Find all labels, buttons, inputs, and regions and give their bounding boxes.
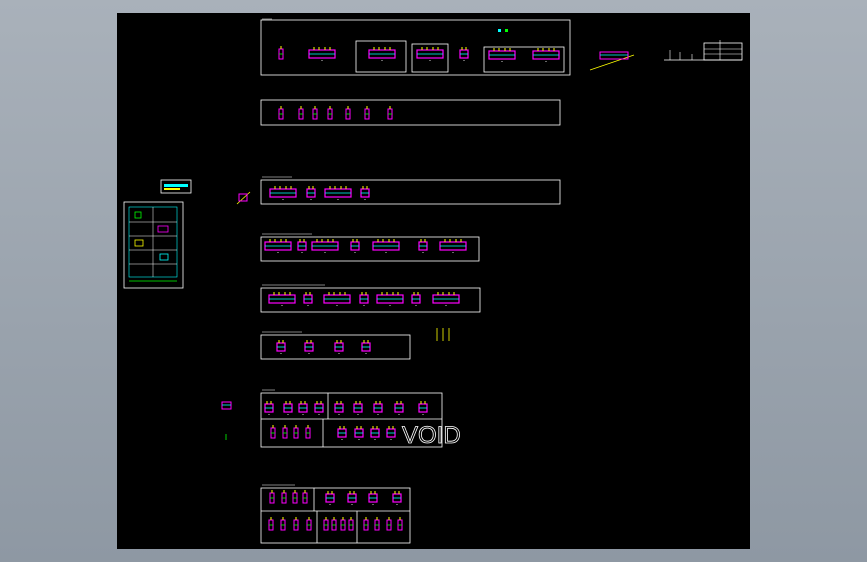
sheet-1-side-detail[interactable]	[589, 40, 743, 71]
sheet-1[interactable]	[260, 18, 571, 76]
legend-panel[interactable]	[123, 179, 251, 289]
void-label: VOID	[402, 422, 461, 449]
loose-detail[interactable]	[221, 401, 232, 440]
sheet-8[interactable]	[260, 484, 411, 544]
sheet-6[interactable]	[260, 328, 450, 360]
cad-drawing[interactable]: VOID	[0, 0, 867, 562]
sheet-4[interactable]	[260, 233, 480, 262]
sheet-5[interactable]	[260, 284, 481, 313]
sheet-7[interactable]: VOID	[260, 389, 461, 449]
sheet-2[interactable]	[260, 99, 561, 126]
sheet-3[interactable]	[260, 176, 561, 205]
